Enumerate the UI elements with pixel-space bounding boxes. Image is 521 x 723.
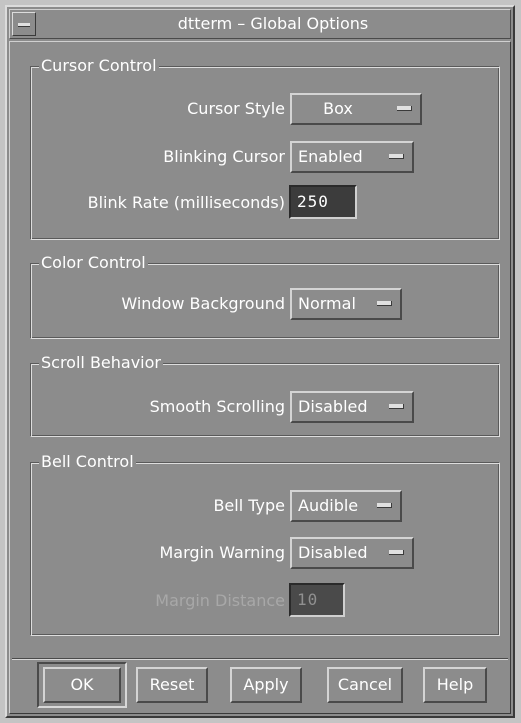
group-title-color-control: Color Control bbox=[39, 252, 148, 274]
button-area-separator bbox=[12, 658, 508, 660]
bell-control-group: Bell Control Bell Type Audible Margin Wa… bbox=[30, 451, 500, 636]
reset-button[interactable]: Reset bbox=[136, 667, 208, 703]
dialog-body: Cursor Control Cursor Style Box Blinking… bbox=[9, 41, 511, 714]
option-menu-indicator-icon bbox=[377, 503, 392, 508]
group-title-cursor-control: Cursor Control bbox=[39, 55, 159, 77]
margin-distance-label: Margin Distance bbox=[155, 591, 285, 610]
option-menu-indicator-icon bbox=[389, 550, 404, 555]
margin-warning-option-menu[interactable]: Disabled bbox=[290, 537, 414, 569]
blink-rate-label: Blink Rate (milliseconds) bbox=[87, 193, 285, 212]
blink-rate-input[interactable]: 250 bbox=[289, 185, 357, 219]
margin-distance-input[interactable]: 10 bbox=[289, 583, 345, 617]
group-title-bell-control: Bell Control bbox=[39, 451, 136, 473]
bell-type-label: Bell Type bbox=[213, 496, 285, 515]
window-background-value: Normal bbox=[298, 294, 356, 313]
cursor-style-option-menu[interactable]: Box bbox=[290, 93, 422, 125]
ok-button[interactable]: OK bbox=[43, 667, 121, 703]
help-button[interactable]: Help bbox=[423, 667, 487, 703]
apply-button[interactable]: Apply bbox=[230, 667, 302, 703]
option-menu-indicator-icon bbox=[389, 404, 404, 409]
cursor-style-label: Cursor Style bbox=[187, 99, 285, 118]
smooth-scrolling-value: Disabled bbox=[298, 397, 368, 416]
window-title: dtterm – Global Options bbox=[177, 14, 369, 33]
cancel-button[interactable]: Cancel bbox=[327, 667, 403, 703]
bell-type-option-menu[interactable]: Audible bbox=[290, 490, 402, 522]
window-menu-icon bbox=[18, 23, 30, 27]
smooth-scrolling-label: Smooth Scrolling bbox=[149, 397, 285, 416]
option-menu-indicator-icon bbox=[377, 301, 392, 306]
window-background-option-menu[interactable]: Normal bbox=[290, 288, 402, 320]
title-bar[interactable]: dtterm – Global Options bbox=[9, 9, 511, 39]
cursor-control-group: Cursor Control Cursor Style Box Blinking… bbox=[30, 55, 500, 240]
group-title-scroll-behavior: Scroll Behavior bbox=[39, 352, 163, 374]
blinking-cursor-value: Enabled bbox=[298, 147, 363, 166]
window-background-label: Window Background bbox=[121, 294, 285, 313]
cursor-style-value: Box bbox=[323, 99, 353, 118]
bell-type-value: Audible bbox=[298, 496, 359, 515]
color-control-group: Color Control Window Background Normal bbox=[30, 252, 500, 339]
margin-warning-label: Margin Warning bbox=[159, 543, 285, 562]
blinking-cursor-option-menu[interactable]: Enabled bbox=[290, 141, 414, 173]
option-menu-indicator-icon bbox=[397, 106, 412, 111]
scroll-behavior-group: Scroll Behavior Smooth Scrolling Disable… bbox=[30, 352, 500, 437]
window-menu-button[interactable] bbox=[12, 12, 36, 36]
smooth-scrolling-option-menu[interactable]: Disabled bbox=[290, 391, 414, 423]
margin-warning-value: Disabled bbox=[298, 543, 368, 562]
global-options-dialog: dtterm – Global Options Cursor Control C… bbox=[5, 5, 515, 718]
option-menu-indicator-icon bbox=[389, 154, 404, 159]
blinking-cursor-label: Blinking Cursor bbox=[163, 147, 285, 166]
